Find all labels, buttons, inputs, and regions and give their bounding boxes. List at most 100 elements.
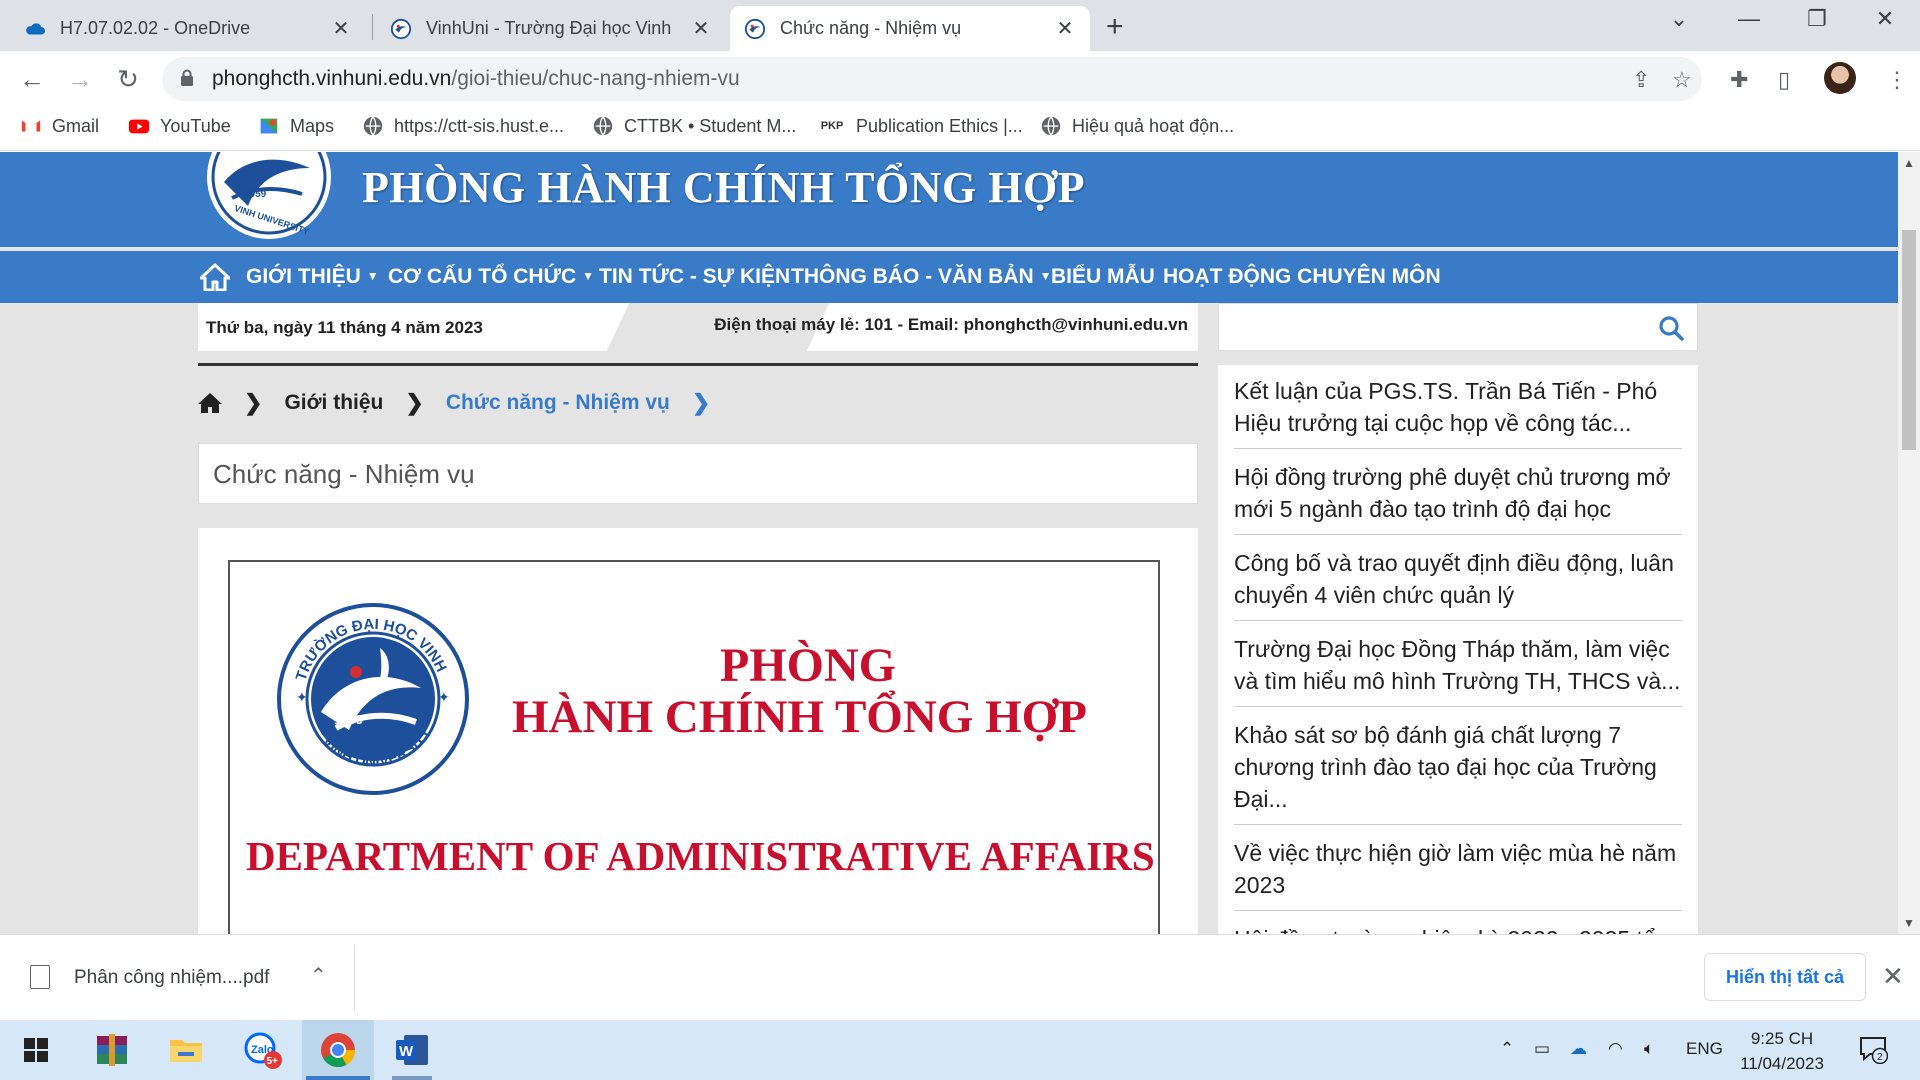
download-bar: Phân công nhiệm....pdf ⌃ Hiển thị tất cả… xyxy=(0,934,1920,1020)
site-search-input[interactable] xyxy=(1218,303,1698,351)
globe-icon xyxy=(363,116,383,136)
bookmark-ctt-sis[interactable]: https://ctt-sis.hust.e... xyxy=(362,115,564,137)
page-viewport: 1959 VINH UNIVERSITY PHÒNG HÀNH CHÍNH TỔ… xyxy=(0,152,1898,934)
breadcrumb-gioi-thieu[interactable]: Giới thiệu xyxy=(284,391,383,415)
nav-bieu-mau[interactable]: BIỂU MẪU xyxy=(1051,265,1155,289)
wifi-icon[interactable]: ◠ xyxy=(1608,1039,1623,1059)
contact-info: Điện thoại máy lẻ: 101 - Email: phonghct… xyxy=(714,315,1188,334)
language-indicator[interactable]: ENG xyxy=(1686,1039,1723,1059)
tab-onedrive[interactable]: H7.07.02.02 - OneDrive ✕ xyxy=(10,6,366,51)
nav-hoat-dong-chuyen-mon[interactable]: HOẠT ĐỘNG CHUYÊN MÔN xyxy=(1163,265,1441,289)
site-title[interactable]: PHÒNG HÀNH CHÍNH TỔNG HỢP xyxy=(362,162,1085,213)
news-sidebar: Kết luận của PGS.TS. Trần Bá Tiến - Phó … xyxy=(1218,365,1698,934)
svg-text:✦: ✦ xyxy=(296,689,308,705)
download-file-name[interactable]: Phân công nhiệm....pdf xyxy=(74,967,269,989)
nav-co-cau-to-chuc[interactable]: CƠ CẤU TỔ CHỨC ▼ xyxy=(388,265,594,289)
forward-button[interactable]: → xyxy=(62,61,98,97)
back-button[interactable]: ← xyxy=(14,61,50,97)
chevron-up-icon[interactable]: ⌃ xyxy=(310,963,327,988)
show-all-downloads-button[interactable]: Hiển thị tất cả xyxy=(1704,953,1866,1001)
windows-start-icon[interactable] xyxy=(16,1030,56,1070)
bookmark-label: Publication Ethics |... xyxy=(856,115,1023,136)
chevron-up-icon[interactable]: ⌃ xyxy=(1500,1039,1514,1059)
close-icon[interactable]: ✕ xyxy=(690,16,712,41)
nav-label: THÔNG BÁO - VĂN BẢN xyxy=(791,265,1034,288)
close-icon[interactable]: ✕ xyxy=(1054,16,1076,41)
address-bar[interactable]: phonghcth.vinhuni.edu.vn/gioi-thieu/chuc… xyxy=(162,57,1702,101)
news-item[interactable]: Công bố và trao quyết định điều động, lu… xyxy=(1234,547,1682,621)
tab-vinhuni[interactable]: VinhUni - Trường Đại học Vinh ✕ xyxy=(376,6,726,51)
nav-gioi-thieu[interactable]: GIỚI THIỆU ▼ xyxy=(246,265,379,289)
scroll-up-arrow-icon[interactable]: ▲ xyxy=(1903,156,1915,170)
close-window-button[interactable]: ✕ xyxy=(1862,6,1908,32)
bookmarks-bar: Gmail YouTube Maps https://ctt-sis.hust.… xyxy=(0,107,1920,151)
breadcrumb-current[interactable]: Chức năng - Nhiệm vụ xyxy=(446,391,670,415)
winrar-icon[interactable] xyxy=(92,1030,132,1070)
bookmark-label: Maps xyxy=(290,115,335,136)
chevron-right-icon: ❯ xyxy=(691,390,711,415)
side-panel-icon[interactable]: ▯ xyxy=(1778,67,1790,93)
battery-icon[interactable]: ▭ xyxy=(1534,1039,1550,1059)
close-icon[interactable]: ✕ xyxy=(1882,961,1904,992)
file-explorer-icon[interactable] xyxy=(166,1030,206,1070)
bookmark-star-icon[interactable]: ☆ xyxy=(1672,67,1692,93)
extensions-icon[interactable]: ✚ xyxy=(1730,67,1748,93)
restore-button[interactable]: ❐ xyxy=(1794,6,1840,32)
news-item[interactable]: Kết luận của PGS.TS. Trần Bá Tiến - Phó … xyxy=(1234,375,1682,449)
nav-tin-tuc-su-kien[interactable]: TIN TỨC - SỰ KIỆN xyxy=(599,265,790,289)
bookmark-publication-ethics[interactable]: PKP Publication Ethics |... xyxy=(818,115,1023,137)
menu-dots-icon[interactable]: ⋮ xyxy=(1886,67,1908,93)
news-item[interactable]: Trường Đại học Đồng Tháp thăm, làm việc … xyxy=(1234,633,1682,707)
onedrive-tray-icon[interactable]: ☁ xyxy=(1570,1039,1587,1059)
globe-icon xyxy=(1041,116,1061,136)
taskbar-clock[interactable]: 9:25 CH 11/04/2023 xyxy=(1732,1026,1832,1076)
caret-down-icon: ▼ xyxy=(366,269,379,283)
url-text[interactable]: phonghcth.vinhuni.edu.vn/gioi-thieu/chuc… xyxy=(212,67,740,91)
tab-search-chevron-icon[interactable]: ⌄ xyxy=(1656,6,1702,32)
home-icon[interactable] xyxy=(198,392,222,414)
reload-button[interactable]: ↻ xyxy=(110,61,146,97)
tab-chuc-nang[interactable]: Chức năng - Nhiệm vụ ✕ xyxy=(730,6,1090,51)
tab-separator xyxy=(372,14,373,40)
banner-line-2: HÀNH CHÍNH TỔNG HỢP xyxy=(512,691,1087,743)
nav-thong-bao-van-ban[interactable]: THÔNG BÁO - VĂN BẢN ▼ xyxy=(791,265,1052,289)
search-icon[interactable] xyxy=(1657,314,1685,342)
notification-center[interactable]: 2 xyxy=(1858,1034,1889,1065)
logo-year: 1959 xyxy=(244,189,267,200)
notification-count: 2 xyxy=(1877,1052,1883,1063)
close-icon[interactable]: ✕ xyxy=(330,16,352,41)
clock-time: 9:25 CH xyxy=(1750,1029,1814,1048)
news-item[interactable]: Hội đồng trường nhiệm kỳ 2020 - 2025 tổ.… xyxy=(1234,923,1682,934)
bookmark-hieu-qua[interactable]: Hiệu quả hoạt độn... xyxy=(1040,115,1234,137)
zalo-app[interactable]: Zalo 5+ xyxy=(242,1030,282,1070)
pkp-icon: PKP xyxy=(820,120,844,132)
emblem-year: 1959 xyxy=(334,712,363,727)
minimize-button[interactable]: — xyxy=(1726,6,1772,32)
word-icon[interactable]: W xyxy=(392,1030,432,1070)
lock-icon xyxy=(181,69,193,86)
nav-label: TIN TỨC - SỰ KIỆN xyxy=(599,265,791,288)
university-logo-icon[interactable]: 1959 VINH UNIVERSITY xyxy=(202,152,336,240)
news-item[interactable]: Về việc thực hiện giờ làm việc mùa hè nă… xyxy=(1234,837,1682,911)
chrome-icon[interactable] xyxy=(318,1030,358,1070)
bookmark-youtube[interactable]: YouTube xyxy=(128,115,231,137)
nav-label: CƠ CẤU TỔ CHỨC xyxy=(388,265,577,288)
breadcrumb: ❯ Giới thiệu ❯ Chức năng - Nhiệm vụ ❯ xyxy=(198,388,732,418)
volume-icon[interactable]: 🔈︎ xyxy=(1644,1039,1654,1059)
bookmark-cttbk[interactable]: CTTBK • Student M... xyxy=(592,115,796,137)
bookmark-maps[interactable]: Maps xyxy=(258,115,334,137)
scroll-down-arrow-icon[interactable]: ▼ xyxy=(1903,916,1915,930)
download-separator xyxy=(354,945,355,1011)
page-scrollbar[interactable]: ▲ ▼ xyxy=(1898,152,1920,934)
home-icon[interactable] xyxy=(200,263,230,291)
bookmark-gmail[interactable]: Gmail xyxy=(20,115,99,137)
gmail-icon xyxy=(21,120,41,132)
news-item[interactable]: Khảo sát sơ bộ đánh giá chất lượng 7 chư… xyxy=(1234,719,1682,825)
scrollbar-thumb[interactable] xyxy=(1902,230,1916,450)
profile-avatar[interactable] xyxy=(1824,62,1856,94)
new-tab-button[interactable]: + xyxy=(1106,10,1124,44)
share-icon[interactable]: ⇪ xyxy=(1632,67,1650,93)
news-item[interactable]: Hội đồng trường phê duyệt chủ trương mở … xyxy=(1234,461,1682,535)
nav-label: HOẠT ĐỘNG CHUYÊN MÔN xyxy=(1163,265,1441,288)
site-header: 1959 VINH UNIVERSITY PHÒNG HÀNH CHÍNH TỔ… xyxy=(0,152,1898,247)
